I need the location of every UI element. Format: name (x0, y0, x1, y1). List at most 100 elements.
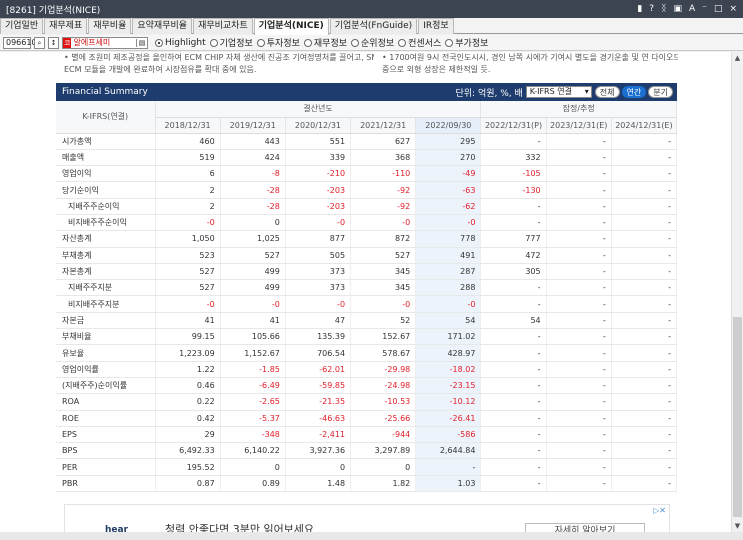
radio-option-0[interactable]: Highlight (155, 36, 206, 49)
chart-icon[interactable]: ▤ (136, 38, 147, 47)
table-cell: -203 (285, 198, 352, 215)
font-size-icon[interactable]: A (689, 4, 695, 14)
period-button-0[interactable]: 전체 (594, 86, 620, 98)
close-icon[interactable]: × (729, 4, 737, 14)
table-cell: - (546, 230, 612, 248)
radio-option-2[interactable]: 투자정보 (256, 36, 300, 49)
radio-option-4[interactable]: 순위정보 (351, 36, 394, 49)
radio-option-5[interactable]: 컨센서스 (398, 36, 441, 49)
row-label: PBR (56, 475, 156, 493)
table-cell: -49 (415, 165, 482, 183)
radio-label: Highlight (165, 37, 206, 48)
radio-dot-icon[interactable] (155, 38, 163, 47)
table-cell: 1.48 (285, 475, 352, 493)
tab-6[interactable]: 기업분석(FnGuide) (329, 18, 418, 34)
column-header: 2022/12/31(P) (480, 117, 547, 134)
tab-2[interactable]: 재무비율 (88, 18, 132, 34)
table-cell: 0 (220, 214, 286, 232)
table-cell: -0 (155, 214, 221, 232)
window-controls: ▮ ? ᛝ ▣ A ⁻ □ × (637, 4, 743, 14)
table-cell: - (546, 393, 612, 411)
radio-dot-icon[interactable] (256, 38, 265, 47)
screen-icon[interactable]: ▣ (673, 4, 682, 14)
ad-text[interactable]: 청력 안좋다면 3분만 읽어보세요 (165, 521, 314, 532)
table-row: 시가총액 460 443 551 627 295- - - (56, 133, 678, 150)
table-cell: - (611, 263, 678, 281)
radio-dot-icon[interactable] (445, 38, 454, 47)
row-label: 매출액 (56, 149, 156, 167)
company-note-left: • 별에 조원미 제조공정을 올인하여 ECM CHIP 자체 생산에 진공조 … (64, 52, 374, 76)
financial-summary-table: K-IFRS(연결) 결산년도 잠정/추정 2018/12/31 2019/12/31 2… (56, 101, 678, 493)
tab-1[interactable]: 재무제표 (44, 18, 88, 34)
vertical-scrollbar[interactable]: ▲ ▼ (731, 52, 743, 532)
search-icon[interactable]: ⌕ (34, 36, 45, 49)
stock-name-field[interactable]: 코 알에프세미 ▤ (62, 36, 148, 49)
table-cell: 29 (155, 426, 221, 444)
stock-code-input[interactable]: 096610 (3, 36, 37, 49)
period-button-2[interactable]: 분기 (648, 86, 673, 98)
table-row: 부채비율 99.15 105.66 135.39 152.67 171.02- - - (56, 328, 678, 346)
table-cell: 523 (155, 247, 221, 264)
help-icon[interactable]: ? (649, 4, 654, 14)
table-cell: 0.46 (155, 377, 221, 395)
table-cell: - (546, 165, 612, 183)
table-cell: 0 (220, 458, 286, 476)
radio-dot-icon[interactable] (351, 38, 360, 47)
period-button-1[interactable]: 연간 (621, 86, 647, 98)
maximize-icon[interactable]: □ (714, 4, 723, 14)
radio-option-1[interactable]: 기업정보 (209, 36, 253, 49)
table-cell: 0.22 (155, 393, 221, 411)
tab-0[interactable]: 기업일반 (0, 18, 44, 34)
group-forecast-header: 잠정/추정 (480, 101, 677, 118)
row-label: 영업이익 (56, 165, 156, 183)
radio-dot-icon[interactable] (209, 38, 218, 47)
tab-7[interactable]: IR정보 (418, 18, 454, 34)
table-cell: - (546, 149, 612, 167)
column-header: 2018/12/31 (155, 117, 221, 134)
radio-dot-icon[interactable] (398, 38, 407, 47)
window-title: [8261] 기업분석(NICE) (6, 5, 101, 16)
table-cell: 1,025 (220, 230, 286, 248)
table-cell: 373 (285, 263, 352, 281)
table-cell: 6 (155, 165, 221, 183)
table-cell: 41 (155, 312, 221, 330)
table-cell: -210 (285, 165, 352, 183)
table-cell: - (480, 133, 547, 150)
tab-5[interactable]: 기업분석(NICE) (253, 18, 329, 35)
table-cell: - (611, 393, 678, 411)
table-cell: 499 (220, 263, 286, 281)
row-label: (지배주주)순이익률 (56, 377, 156, 395)
tab-3[interactable]: 요약재무비율 (132, 18, 193, 34)
ad-banner[interactable]: ▷✕ hear 청력 안좋다면 3분만 읽어보세요 자세히 알아보기 (64, 504, 670, 532)
minimize-icon[interactable]: ⁻ (702, 4, 707, 14)
table-cell: -130 (480, 181, 547, 199)
table-cell: - (611, 410, 678, 427)
tab-4[interactable]: 재무비교차트 (193, 18, 253, 34)
table-row: PBR 0.87 0.89 1.48 1.82 1.03- - - (56, 475, 678, 493)
table-cell: - (546, 263, 612, 281)
radio-option-3[interactable]: 재무정보 (303, 36, 347, 49)
table-cell: 0 (285, 458, 352, 476)
ad-close-icon[interactable]: ▷✕ (653, 506, 666, 515)
sort-icon[interactable]: ↕ (48, 36, 59, 49)
table-cell: 1.22 (155, 361, 221, 378)
table-cell: 627 (350, 133, 417, 150)
scroll-up-icon[interactable]: ▲ (732, 52, 743, 64)
scroll-thumb[interactable] (733, 317, 742, 517)
column-header: 2021/12/31 (350, 117, 417, 134)
table-cell: -29.98 (350, 361, 417, 378)
table-cell: -0 (350, 295, 417, 313)
radio-dot-icon[interactable] (303, 38, 312, 47)
table-cell: 152.67 (350, 328, 417, 346)
table-cell: - (546, 426, 612, 444)
pin-icon[interactable]: ▮ (637, 4, 642, 14)
table-cell: - (546, 328, 612, 346)
table-cell: 3,927.36 (285, 442, 352, 460)
ifrs-select[interactable]: K-IFRS 연결 (525, 86, 592, 98)
table-cell: -586 (415, 426, 482, 444)
ad-more-button[interactable]: 자세히 알아보기 (525, 523, 645, 532)
scroll-down-icon[interactable]: ▼ (732, 520, 743, 532)
link-icon[interactable]: ᛝ (661, 4, 666, 14)
radio-option-6[interactable]: 부가정보 (445, 36, 488, 49)
table-cell: 527 (220, 247, 286, 264)
